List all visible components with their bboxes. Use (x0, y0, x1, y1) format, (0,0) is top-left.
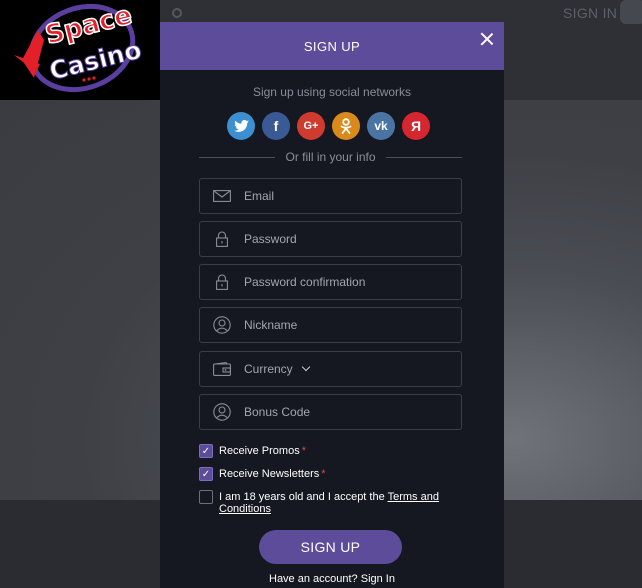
social-buttons: f G+ vk Я (227, 112, 430, 140)
divider-text: Or fill in your info (285, 150, 376, 164)
sign-up-submit-button[interactable]: SIGN UP (259, 530, 402, 564)
receive-newsletters-label: Receive Newsletters * (219, 468, 326, 480)
close-icon[interactable] (480, 32, 494, 46)
search-icon[interactable] (172, 8, 182, 18)
sign-in-link[interactable]: Sign In (361, 573, 395, 585)
social-signup-label: Sign up using social networks (252, 85, 412, 99)
terms-label: I am 18 years old and I accept the Terms… (219, 491, 439, 515)
receive-promos-checkbox[interactable]: ✓ (199, 444, 213, 458)
facebook-icon: f (273, 118, 279, 134)
wallet-icon (200, 352, 244, 386)
chevron-down-icon (301, 362, 310, 372)
vk-icon: vk (374, 119, 388, 133)
signup-modal: SIGN UP Sign up using social networks f … (160, 22, 504, 588)
form-divider: Or fill in your info (199, 150, 462, 164)
bonus-code-field[interactable]: Bonus Code (199, 394, 462, 430)
google-plus-icon: G+ (303, 120, 319, 132)
email-field[interactable]: Email (199, 178, 462, 214)
modal-header: SIGN UP (160, 22, 504, 70)
vk-button[interactable]: vk (367, 112, 395, 140)
terms-option[interactable]: I am 18 years old and I accept the Terms… (199, 490, 449, 515)
receive-newsletters-checkbox[interactable]: ✓ (199, 467, 213, 481)
nickname-placeholder: Nickname (244, 318, 298, 332)
have-account-text: Have an account? (269, 573, 361, 585)
password-placeholder: Password (244, 232, 297, 246)
required-mark: * (321, 468, 326, 480)
password-field[interactable]: Password (199, 221, 462, 257)
nickname-field[interactable]: Nickname (199, 307, 462, 343)
twitter-button[interactable] (227, 112, 255, 140)
password-confirmation-placeholder: Password confirmation (244, 275, 366, 289)
odnoklassniki-icon (340, 118, 352, 134)
receive-newsletters-option[interactable]: ✓ Receive Newsletters * (199, 467, 326, 481)
user-icon (200, 395, 244, 429)
divider-line-right (385, 156, 462, 158)
have-account-row: Have an account? Sign In (160, 573, 504, 585)
header-sign-in-link[interactable]: SIGN IN (563, 5, 617, 21)
receive-promos-label: Receive Promos * (219, 445, 306, 457)
facebook-button[interactable]: f (262, 112, 290, 140)
currency-select[interactable]: Currency (199, 351, 462, 387)
user-icon (200, 308, 244, 342)
required-mark: * (301, 445, 306, 457)
lock-icon (200, 265, 244, 299)
space-casino-logo[interactable]: Space Casino (0, 0, 160, 100)
password-confirmation-field[interactable]: Password confirmation (199, 264, 462, 300)
modal-title: SIGN UP (303, 38, 361, 54)
bonus-code-placeholder: Bonus Code (244, 405, 311, 419)
yandex-icon: Я (410, 118, 422, 134)
odnoklassniki-button[interactable] (332, 112, 360, 140)
twitter-icon (233, 119, 249, 132)
divider-line-left (199, 156, 276, 158)
google-plus-button[interactable]: G+ (297, 112, 325, 140)
currency-selected-value: Currency (244, 362, 293, 376)
header-avatar[interactable] (620, 0, 642, 24)
envelope-icon (200, 179, 244, 213)
lock-icon (200, 222, 244, 256)
receive-promos-option[interactable]: ✓ Receive Promos * (199, 444, 306, 458)
logo-graphic: Space Casino (14, 0, 145, 93)
email-placeholder: Email (244, 189, 275, 203)
yandex-button[interactable]: Я (402, 112, 430, 140)
terms-checkbox[interactable] (199, 490, 213, 504)
